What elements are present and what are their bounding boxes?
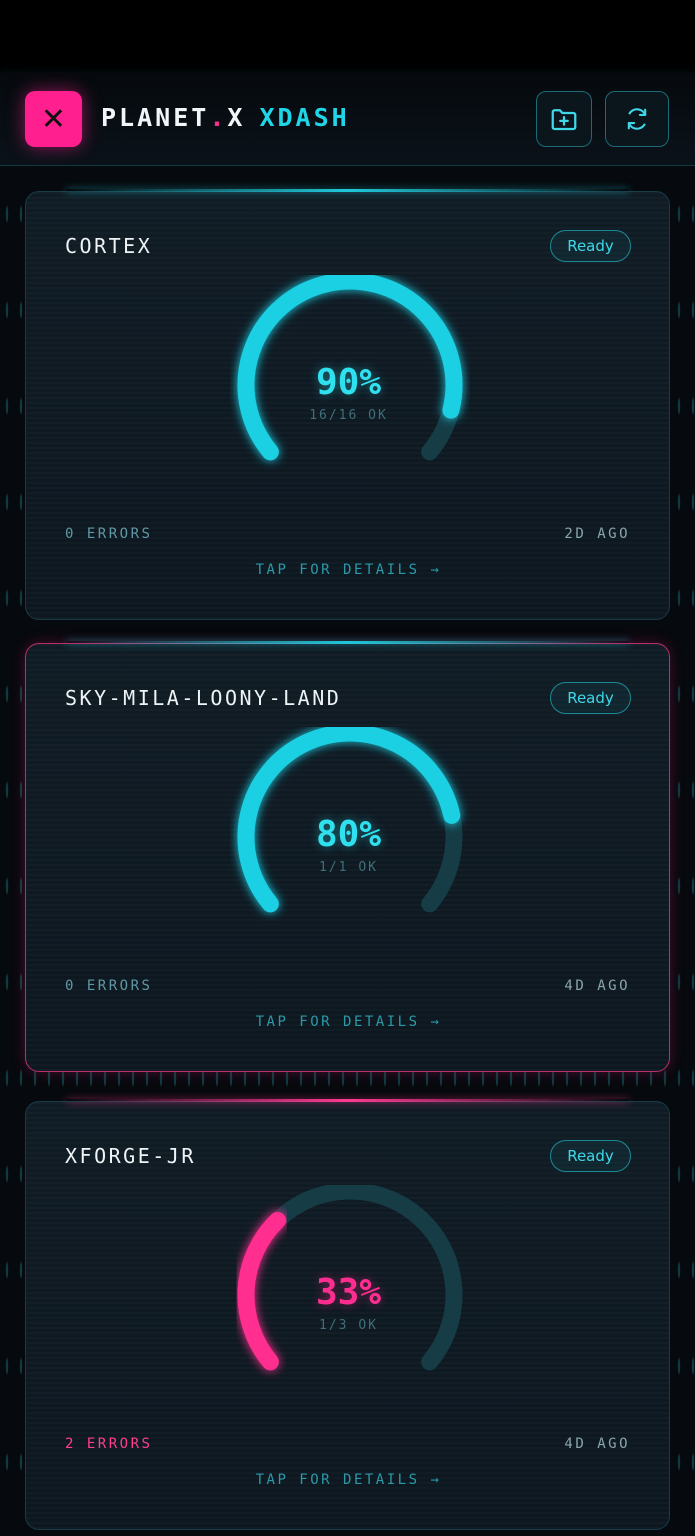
refresh-icon xyxy=(627,108,647,130)
last-run-age: 4D AGO xyxy=(564,978,630,994)
app-title: PLANET.X XDASH xyxy=(101,103,350,132)
gauge-ok-count: 16/16 OK xyxy=(309,408,388,423)
details-link[interactable]: TAP FOR DETAILS → xyxy=(26,562,671,578)
title-accent: XDASH xyxy=(259,103,350,132)
last-run-age: 2D AGO xyxy=(564,526,630,542)
title-dot: . xyxy=(209,103,228,132)
project-card[interactable]: XFORGE-JR Ready 33% 1/3 OK 2 ERRORS 4D A… xyxy=(25,1099,671,1530)
close-button[interactable]: ✕ xyxy=(25,91,82,147)
status-badge: Ready xyxy=(550,1140,631,1172)
project-name: SKY-MILA-LOONY-LAND xyxy=(65,686,342,710)
card-accent-line xyxy=(66,641,629,644)
card-accent-line xyxy=(66,189,629,192)
app-header: ✕ PLANET.X XDASH xyxy=(0,72,695,166)
status-badge: Ready xyxy=(550,682,631,714)
project-card[interactable]: CORTEX Ready 90% 16/16 OK 0 ERRORS 2D AG… xyxy=(25,189,671,620)
project-name: XFORGE-JR xyxy=(65,1144,196,1168)
error-count: 0 ERRORS xyxy=(65,978,153,994)
gauge-percent: 33% xyxy=(315,1272,382,1313)
gauge-ok-count: 1/1 OK xyxy=(319,860,378,875)
gauge-percent: 90% xyxy=(315,362,382,403)
card-accent-line xyxy=(66,1099,629,1102)
title-planet: PLANET xyxy=(101,103,210,132)
refresh-button[interactable] xyxy=(605,91,669,147)
title-x: X xyxy=(227,103,246,132)
add-folder-button[interactable] xyxy=(536,91,592,147)
details-link[interactable]: TAP FOR DETAILS → xyxy=(26,1472,671,1488)
error-count: 2 ERRORS xyxy=(65,1436,153,1452)
gauge-ok-count: 1/3 OK xyxy=(319,1318,378,1333)
project-card[interactable]: SKY-MILA-LOONY-LAND Ready 80% 1/1 OK 0 E… xyxy=(25,641,671,1072)
status-badge: Ready xyxy=(550,230,631,262)
details-link[interactable]: TAP FOR DETAILS → xyxy=(26,1014,671,1030)
last-run-age: 4D AGO xyxy=(564,1436,630,1452)
project-list: CORTEX Ready 90% 16/16 OK 0 ERRORS 2D AG… xyxy=(0,166,695,1536)
status-bar xyxy=(0,0,695,72)
error-count: 0 ERRORS xyxy=(65,526,153,542)
folder-plus-icon xyxy=(551,109,577,131)
close-icon: ✕ xyxy=(40,101,67,137)
project-name: CORTEX xyxy=(65,234,153,258)
gauge-percent: 80% xyxy=(315,814,382,855)
